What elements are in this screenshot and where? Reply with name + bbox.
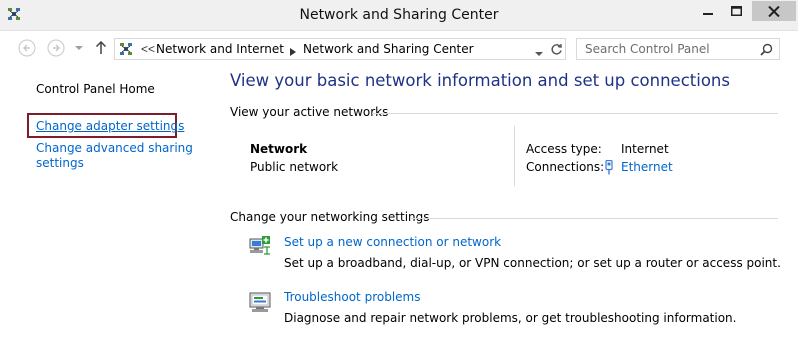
change-settings-section-title: Change your networking settings bbox=[230, 210, 430, 224]
new-connection-icon[interactable] bbox=[248, 234, 272, 258]
search-input[interactable]: Search Control Panel bbox=[585, 42, 710, 56]
maximize-button[interactable] bbox=[722, 1, 750, 21]
page-title: View your basic network information and … bbox=[230, 71, 730, 90]
chevron-down-icon bbox=[535, 52, 543, 56]
section-divider bbox=[372, 113, 778, 114]
window-title: Network and Sharing Center bbox=[299, 7, 499, 23]
minimize-button[interactable] bbox=[694, 1, 722, 21]
search-icon[interactable] bbox=[760, 43, 773, 59]
back-button[interactable] bbox=[17, 39, 37, 57]
title-bar: Network and Sharing Center bbox=[0, 0, 798, 31]
network-name: Network bbox=[250, 142, 308, 156]
network-center-icon bbox=[119, 42, 133, 56]
forward-arrow-icon bbox=[47, 39, 65, 57]
minimize-icon bbox=[703, 13, 713, 15]
connections-label: Connections: bbox=[526, 160, 605, 174]
left-task-pane: Control Panel Home Change adapter settin… bbox=[0, 66, 210, 359]
address-bar[interactable]: << Network and Internet Network and Shar… bbox=[114, 38, 566, 60]
search-box[interactable]: Search Control Panel bbox=[576, 38, 780, 60]
ethernet-connection-link[interactable]: Ethernet bbox=[621, 160, 673, 174]
setup-new-connection-link[interactable]: Set up a new connection or network bbox=[284, 235, 501, 249]
ethernet-icon bbox=[604, 159, 614, 178]
navigation-bar: << Network and Internet Network and Shar… bbox=[0, 31, 798, 66]
refresh-button[interactable] bbox=[549, 41, 563, 57]
troubleshoot-icon[interactable] bbox=[248, 290, 272, 314]
network-category: Public network bbox=[250, 160, 339, 174]
breadcrumb-overflow-button[interactable]: << bbox=[141, 42, 155, 56]
section-divider bbox=[410, 218, 778, 219]
refresh-icon bbox=[550, 43, 562, 54]
change-adapter-settings-link[interactable]: Change adapter settings bbox=[36, 119, 184, 134]
breadcrumb-network-and-internet[interactable]: Network and Internet bbox=[156, 42, 284, 56]
address-history-dropdown[interactable] bbox=[535, 46, 543, 60]
troubleshoot-problems-description: Diagnose and repair network problems, or… bbox=[284, 311, 737, 325]
maximize-icon bbox=[730, 6, 742, 16]
back-arrow-icon bbox=[18, 39, 36, 57]
access-type-label: Access type: bbox=[526, 142, 602, 156]
close-button[interactable] bbox=[752, 1, 796, 21]
recent-locations-button[interactable] bbox=[74, 39, 84, 57]
up-arrow-icon bbox=[95, 41, 107, 54]
vertical-divider bbox=[514, 126, 515, 186]
chevron-down-icon bbox=[75, 46, 83, 50]
active-networks-section-title: View your active networks bbox=[230, 105, 389, 119]
main-content: View your basic network information and … bbox=[210, 66, 798, 359]
breadcrumb-network-and-sharing-center[interactable]: Network and Sharing Center bbox=[303, 42, 474, 56]
forward-button[interactable] bbox=[46, 39, 66, 57]
close-icon bbox=[768, 5, 780, 17]
breadcrumb-separator-icon[interactable] bbox=[290, 45, 296, 59]
control-panel-home-link[interactable]: Control Panel Home bbox=[36, 82, 155, 97]
troubleshoot-problems-link[interactable]: Troubleshoot problems bbox=[284, 290, 420, 304]
access-type-value: Internet bbox=[621, 142, 669, 156]
up-button[interactable] bbox=[92, 39, 110, 57]
change-advanced-sharing-settings-link[interactable]: Change advanced sharing settings bbox=[36, 141, 196, 171]
setup-new-connection-description: Set up a broadband, dial-up, or VPN conn… bbox=[284, 256, 781, 270]
